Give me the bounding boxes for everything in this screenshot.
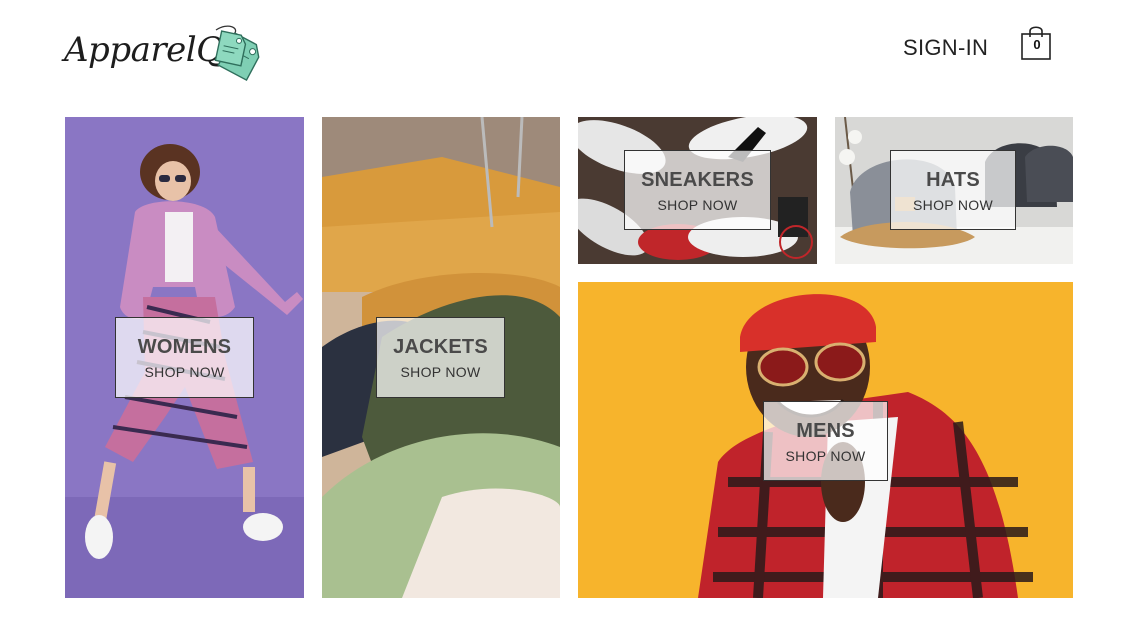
logo[interactable]: ApparelQ (62, 22, 272, 84)
category-label-sneakers: SNEAKERS SHOP NOW (624, 150, 771, 230)
category-label-mens: MENS SHOP NOW (763, 401, 888, 481)
category-title: MENS (796, 420, 855, 442)
category-title: WOMENS (137, 336, 232, 358)
category-tile-womens[interactable]: WOMENS SHOP NOW (65, 117, 304, 598)
shopping-bag-button[interactable]: 0 (1020, 24, 1054, 62)
category-label-womens: WOMENS SHOP NOW (115, 317, 254, 398)
category-title: HATS (926, 169, 980, 191)
shop-now-link[interactable]: SHOP NOW (116, 364, 253, 380)
shop-now-link[interactable]: SHOP NOW (764, 448, 887, 464)
shop-now-link[interactable]: SHOP NOW (377, 364, 504, 380)
category-title: JACKETS (393, 336, 488, 358)
price-tag-icon (214, 25, 260, 82)
shop-now-link[interactable]: SHOP NOW (891, 197, 1015, 213)
category-tile-mens[interactable]: MENS SHOP NOW (578, 282, 1073, 598)
sign-in-link[interactable]: SIGN-IN (903, 35, 988, 61)
logo-text: ApparelQ (64, 30, 224, 70)
category-label-hats: HATS SHOP NOW (890, 150, 1016, 230)
category-tile-hats[interactable]: HATS SHOP NOW (835, 117, 1073, 264)
category-tile-sneakers[interactable]: SNEAKERS SHOP NOW (578, 117, 817, 264)
site-header: ApparelQ SIGN-IN 0 (0, 0, 1125, 100)
category-tile-jackets[interactable]: JACKETS SHOP NOW (322, 117, 560, 598)
category-label-jackets: JACKETS SHOP NOW (376, 317, 505, 398)
category-title: SNEAKERS (641, 169, 754, 191)
cart-count: 0 (1033, 37, 1041, 52)
shop-now-link[interactable]: SHOP NOW (625, 197, 770, 213)
